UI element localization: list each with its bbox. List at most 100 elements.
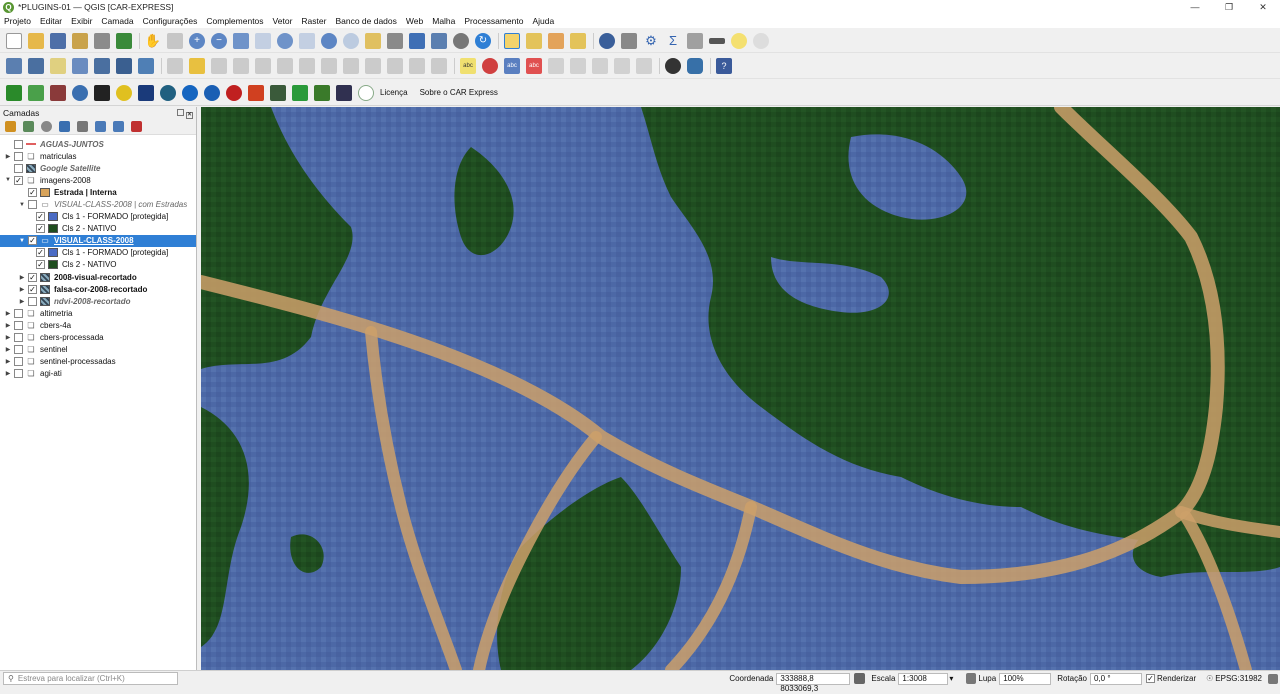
digitize-icon[interactable] bbox=[233, 58, 249, 74]
class-checkbox[interactable]: ✓ bbox=[36, 224, 45, 234]
redo-icon[interactable] bbox=[431, 58, 447, 74]
expand-arrow-icon[interactable]: ▶ bbox=[18, 274, 26, 281]
pin-labels-icon[interactable]: abc bbox=[504, 58, 520, 74]
class-checkbox[interactable]: ✓ bbox=[36, 248, 45, 258]
legend-row[interactable]: ✓ Cls 1 - FORMADO [protegida] bbox=[0, 211, 196, 223]
layer-row-selected[interactable]: ▼ ✓ ▭ VISUAL-CLASS-2008 bbox=[0, 234, 196, 247]
attribute-table-icon[interactable] bbox=[621, 32, 637, 49]
menu-malha[interactable]: Malha bbox=[432, 16, 455, 26]
globe-plugin-icon[interactable] bbox=[160, 84, 176, 101]
legend-row[interactable]: ✓ Cls 2 - NATIVO bbox=[0, 259, 196, 271]
menu-raster[interactable]: Raster bbox=[301, 16, 326, 26]
map-tips-icon[interactable] bbox=[731, 32, 747, 49]
layer-checkbox[interactable] bbox=[14, 357, 23, 367]
show-bookmarks-icon[interactable] bbox=[431, 32, 447, 49]
float-panel-icon[interactable] bbox=[177, 108, 184, 116]
satellite-plugin-icon[interactable] bbox=[72, 84, 88, 101]
layer-row[interactable]: ▼ ✓ ❏ imagens-2008 bbox=[0, 174, 196, 186]
layer-checkbox[interactable]: ✓ bbox=[28, 187, 37, 197]
layer-row[interactable]: ✓ Estrada | Interna bbox=[0, 186, 196, 198]
crs-globe-icon[interactable]: ☉ bbox=[1206, 674, 1213, 683]
earth-plugin-icon[interactable] bbox=[204, 84, 220, 101]
terrain-plugin-icon[interactable] bbox=[270, 84, 286, 101]
identify-icon[interactable] bbox=[599, 32, 615, 49]
delete-selected-icon[interactable] bbox=[321, 58, 337, 74]
layer-checkbox[interactable] bbox=[14, 369, 23, 379]
layer-checkbox[interactable] bbox=[14, 308, 23, 318]
layer-checkbox[interactable]: ✓ bbox=[28, 272, 37, 282]
print-layout-icon[interactable] bbox=[94, 32, 110, 49]
expand-arrow-icon[interactable]: ▶ bbox=[4, 346, 12, 353]
layer-row[interactable]: ▼ ▭ VISUAL-CLASS-2008 | com Estradas bbox=[0, 198, 196, 210]
minimize-button[interactable]: — bbox=[1178, 0, 1212, 14]
zoom-native-icon[interactable] bbox=[299, 32, 315, 49]
open-styling-icon[interactable] bbox=[5, 121, 16, 132]
rotate-label-icon[interactable] bbox=[570, 58, 586, 74]
forest-plugin-icon[interactable] bbox=[292, 84, 308, 101]
select-by-expression-icon[interactable] bbox=[570, 32, 586, 49]
zoom-in-icon[interactable]: + bbox=[189, 32, 205, 49]
expand-arrow-icon[interactable]: ▶ bbox=[18, 286, 26, 293]
legend-row[interactable]: ✓ Cls 2 - NATIVO bbox=[0, 223, 196, 235]
collapse-all-icon[interactable] bbox=[113, 121, 124, 132]
layer-row[interactable]: ▶ ❏ sentinel bbox=[0, 344, 196, 356]
zoom-last-icon[interactable] bbox=[321, 32, 337, 49]
layer-checkbox[interactable] bbox=[28, 200, 37, 210]
scale-dropdown-icon[interactable]: ▾ bbox=[949, 674, 958, 683]
manage-themes-icon[interactable] bbox=[41, 121, 52, 132]
data-source-manager-icon[interactable] bbox=[6, 58, 22, 74]
python-console-icon[interactable] bbox=[687, 58, 703, 74]
annotation-icon[interactable] bbox=[753, 32, 769, 49]
expand-arrow-icon[interactable]: ▶ bbox=[4, 153, 12, 160]
expand-all-icon[interactable] bbox=[95, 121, 106, 132]
layer-row[interactable]: ▶ ✓ falsa-cor-2008-recortado bbox=[0, 283, 196, 295]
maximize-button[interactable]: ❐ bbox=[1212, 0, 1246, 14]
zoom-full-icon[interactable] bbox=[233, 32, 249, 49]
close-panel-icon[interactable]: ✕ bbox=[186, 111, 193, 119]
class-checkbox[interactable]: ✓ bbox=[36, 260, 45, 270]
cut-icon[interactable] bbox=[343, 58, 359, 74]
scale-field[interactable]: 1:3008 bbox=[898, 672, 949, 685]
new-project-icon[interactable] bbox=[6, 32, 22, 49]
layer-row[interactable]: Google Satellite bbox=[0, 162, 196, 174]
unpinned-labels-icon[interactable] bbox=[636, 58, 652, 74]
paste-icon[interactable] bbox=[387, 58, 403, 74]
coordinate-field[interactable]: 333888,8 8033069,3 bbox=[776, 672, 851, 693]
sobre-car-express-button[interactable]: Sobre o CAR Express bbox=[420, 88, 498, 97]
menu-configuracoes[interactable]: Configurações bbox=[143, 16, 198, 26]
help-icon[interactable]: ? bbox=[716, 58, 732, 74]
magnifier-field[interactable]: 100% bbox=[999, 672, 1052, 685]
label-properties-icon[interactable] bbox=[614, 58, 630, 74]
add-delimited-text-icon[interactable] bbox=[72, 58, 88, 74]
select-features-icon[interactable] bbox=[504, 32, 520, 49]
expand-arrow-icon[interactable]: ▶ bbox=[4, 310, 12, 317]
save-as-icon[interactable] bbox=[72, 32, 88, 49]
undo-icon[interactable] bbox=[409, 58, 425, 74]
layer-row[interactable]: ▶ ❏ agi-ati bbox=[0, 368, 196, 380]
expand-arrow-icon[interactable]: ▶ bbox=[4, 370, 12, 377]
layer-row[interactable]: ▶ ndvi-2008-recortado bbox=[0, 295, 196, 307]
bookmark-icon[interactable] bbox=[409, 32, 425, 49]
sun-plugin-icon[interactable] bbox=[116, 84, 132, 101]
show-labels-icon[interactable]: abc bbox=[526, 58, 542, 74]
leaf-plugin-icon[interactable] bbox=[28, 84, 44, 101]
layer-row[interactable]: ▶ ❏ cbers-processada bbox=[0, 332, 196, 344]
layer-row[interactable]: ▶ ❏ altimetria bbox=[0, 307, 196, 319]
locator-search-input[interactable]: ⚲ Estreva para localizar (Ctrl+K) bbox=[3, 671, 178, 685]
car-map-icon[interactable] bbox=[50, 84, 66, 101]
layer-row[interactable]: ▶ ❏ cbers-4a bbox=[0, 319, 196, 331]
add-raster-icon[interactable] bbox=[94, 58, 110, 74]
collapse-arrow-icon[interactable]: ▼ bbox=[18, 238, 26, 244]
crs-button[interactable]: EPSG:31982 bbox=[1215, 674, 1262, 683]
menu-processamento[interactable]: Processamento bbox=[464, 16, 523, 26]
layer-row[interactable]: ▶ ❏ sentinel-processadas bbox=[0, 356, 196, 368]
menu-ajuda[interactable]: Ajuda bbox=[532, 16, 554, 26]
layer-checkbox[interactable] bbox=[14, 139, 23, 149]
plugin-globe-icon[interactable] bbox=[665, 58, 681, 74]
legend-row[interactable]: ✓ Cls 1 - FORMADO [protegida] bbox=[0, 247, 196, 259]
filter-expression-icon[interactable] bbox=[77, 121, 88, 132]
car-express-icon[interactable] bbox=[6, 84, 22, 101]
map-canvas[interactable] bbox=[201, 107, 1280, 670]
layer-row[interactable]: ▶ ✓ 2008-visual-recortado bbox=[0, 271, 196, 283]
rotation-field[interactable]: 0,0 ° bbox=[1089, 672, 1142, 685]
